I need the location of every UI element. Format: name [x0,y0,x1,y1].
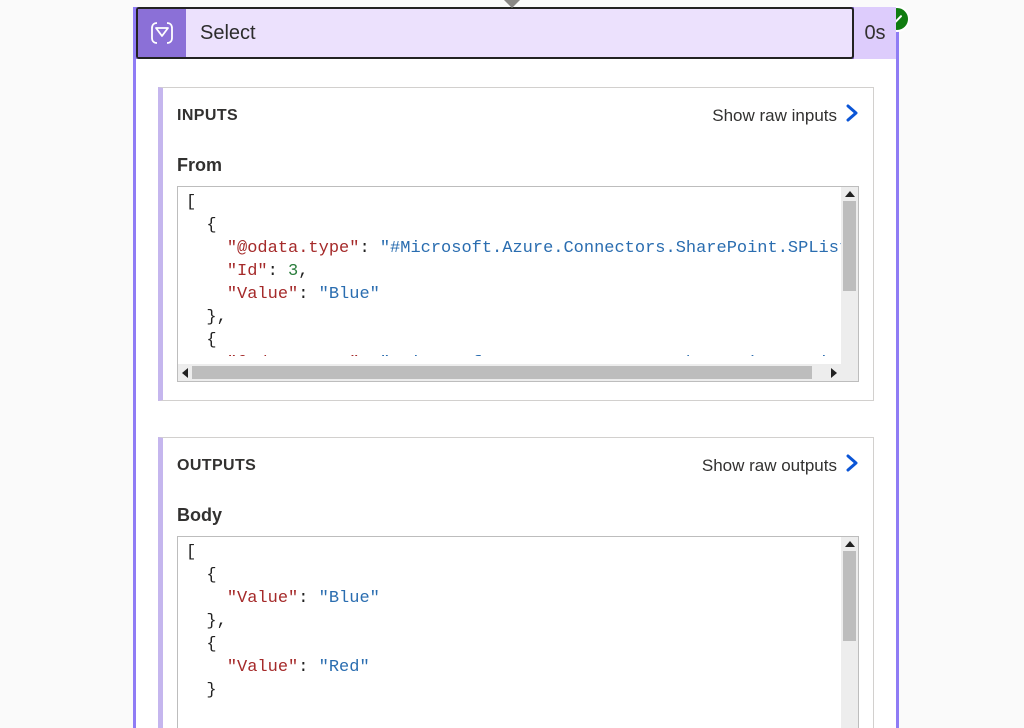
outputs-title: OUTPUTS [177,457,256,475]
select-action-icon [138,9,186,57]
scrollbar-vertical[interactable] [841,537,858,728]
scrollbar-horizontal[interactable] [178,364,841,381]
card-title: Select [186,22,852,45]
inputs-section: INPUTS Show raw inputs From [ { "@odata.… [158,87,874,401]
outputs-body-code-wrap: [ { "Value": "Blue" }, { "Value": "Red" … [177,536,859,728]
outputs-body-code[interactable]: [ { "Value": "Blue" }, { "Value": "Red" … [178,537,858,720]
chevron-right-icon [845,104,859,127]
inputs-title: INPUTS [177,107,238,125]
flow-connector-handle-icon [504,0,520,8]
show-raw-outputs-label: Show raw outputs [702,456,837,476]
scrollbar-vertical[interactable] [841,187,858,364]
card-header-bar[interactable]: Select [136,7,854,59]
inputs-from-code-wrap: [ { "@odata.type": "#Microsoft.Azure.Con… [177,186,859,382]
inputs-from-label: From [163,127,873,186]
outputs-section: OUTPUTS Show raw outputs Body [ { "Value… [158,437,874,728]
card-header[interactable]: Select 0s [136,7,896,59]
show-raw-inputs-button[interactable]: Show raw inputs [712,104,859,127]
show-raw-outputs-button[interactable]: Show raw outputs [702,454,859,477]
outputs-body-label: Body [163,477,873,536]
action-card: Select 0s INPUTS Show raw inputs From [ … [133,7,899,728]
inputs-from-code[interactable]: [ { "@odata.type": "#Microsoft.Azure.Con… [178,187,858,356]
card-duration: 0s [854,7,896,59]
scrollbar-corner [841,364,858,381]
show-raw-inputs-label: Show raw inputs [712,106,837,126]
chevron-right-icon [845,454,859,477]
